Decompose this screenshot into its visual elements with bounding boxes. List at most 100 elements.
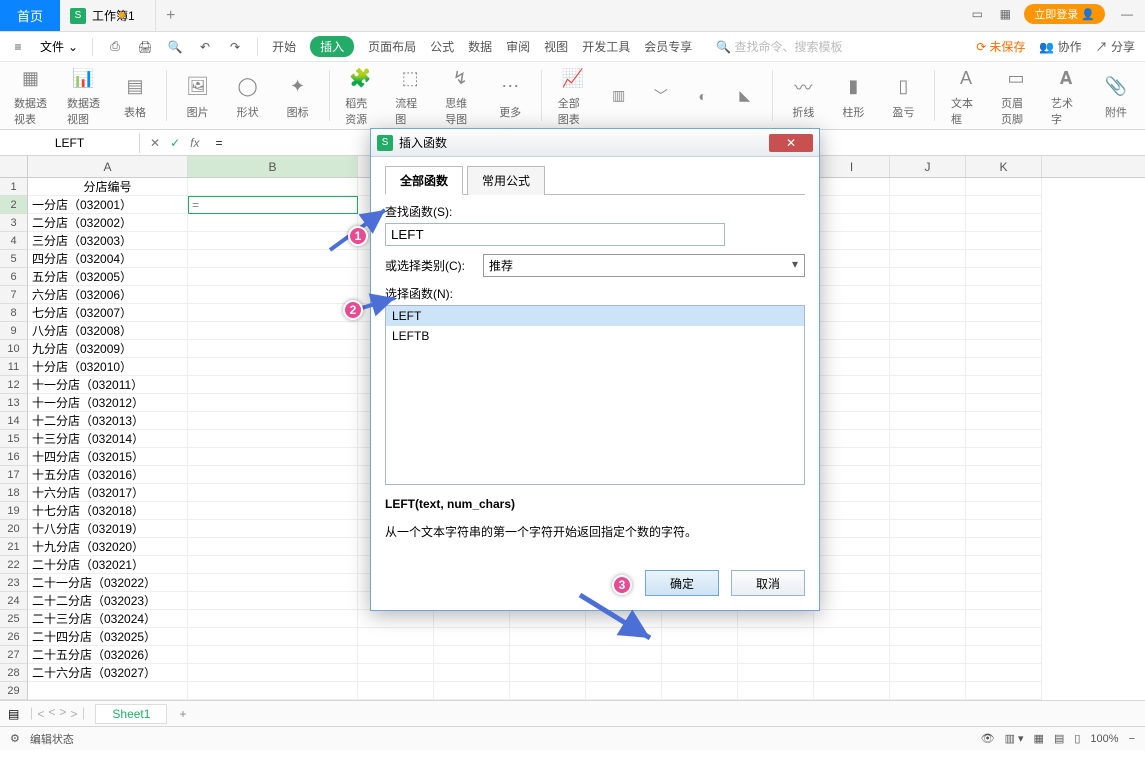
cell[interactable] — [814, 556, 890, 574]
ribbon-attach[interactable]: 📎附件 — [1095, 64, 1137, 127]
cell[interactable] — [814, 502, 890, 520]
cell-A28[interactable]: 二十六分店（032027） — [28, 664, 188, 682]
col-header-J[interactable]: J — [890, 156, 966, 177]
cell-B28[interactable] — [188, 664, 358, 682]
cell[interactable] — [890, 448, 966, 466]
cell[interactable] — [814, 250, 890, 268]
cell[interactable] — [966, 646, 1042, 664]
minimize-button[interactable]: — — [1115, 7, 1139, 21]
tab-formula[interactable]: 公式 — [430, 38, 454, 55]
category-select[interactable]: 推荐 — [483, 254, 805, 277]
cell-B21[interactable] — [188, 538, 358, 556]
cell-A6[interactable]: 五分店（032005） — [28, 268, 188, 286]
cell[interactable] — [738, 610, 814, 628]
cell[interactable] — [814, 268, 890, 286]
cell[interactable] — [814, 232, 890, 250]
cell[interactable] — [890, 232, 966, 250]
cell[interactable] — [966, 520, 1042, 538]
cancel-formula-icon[interactable]: ✕ — [150, 136, 160, 150]
cell-B9[interactable] — [188, 322, 358, 340]
cell[interactable] — [966, 592, 1042, 610]
ribbon-more[interactable]: ⋯更多 — [489, 64, 531, 127]
cell[interactable] — [434, 664, 510, 682]
zoom-value[interactable]: 100% — [1090, 733, 1118, 745]
cell[interactable] — [434, 610, 510, 628]
cell[interactable] — [738, 664, 814, 682]
cell[interactable] — [662, 610, 738, 628]
cell-A20[interactable]: 十八分店（032019） — [28, 520, 188, 538]
tab-home[interactable]: 首页 — [0, 0, 60, 31]
cell[interactable] — [966, 214, 1042, 232]
cell[interactable] — [738, 682, 814, 700]
cell[interactable] — [814, 394, 890, 412]
cell-A1[interactable]: 分店编号 — [28, 178, 188, 196]
col-header-A[interactable]: A — [28, 156, 188, 177]
cell-A23[interactable]: 二十一分店（032022） — [28, 574, 188, 592]
cell[interactable] — [814, 412, 890, 430]
cell-A14[interactable]: 十二分店（032013） — [28, 412, 188, 430]
cell[interactable] — [966, 304, 1042, 322]
cell-A7[interactable]: 六分店（032006） — [28, 286, 188, 304]
unsaved-indicator[interactable]: ⟳ 未保存 — [976, 38, 1025, 55]
cell[interactable] — [890, 556, 966, 574]
print-icon[interactable]: 🖨 — [137, 39, 153, 55]
cell[interactable] — [890, 358, 966, 376]
sheet-prev-icon[interactable]: < — [48, 705, 55, 722]
cell-A17[interactable]: 十五分店（032016） — [28, 466, 188, 484]
ribbon-header-footer[interactable]: ▭页眉页脚 — [995, 64, 1037, 127]
cell[interactable] — [966, 628, 1042, 646]
cell[interactable] — [966, 232, 1042, 250]
sheet-last-icon[interactable]: >｜ — [70, 705, 89, 722]
login-button[interactable]: 立即登录 👤 — [1024, 4, 1105, 24]
save-icon[interactable]: ⎙ — [107, 39, 123, 55]
cell-B12[interactable] — [188, 376, 358, 394]
cell-A15[interactable]: 十三分店（032014） — [28, 430, 188, 448]
ribbon-textbox[interactable]: A文本框 — [945, 64, 987, 127]
cell[interactable] — [966, 610, 1042, 628]
cell[interactable] — [890, 484, 966, 502]
tab-start[interactable]: 开始 — [272, 38, 296, 55]
cell-B7[interactable] — [188, 286, 358, 304]
cell[interactable] — [966, 286, 1042, 304]
search-commands[interactable]: 🔍 查找命令、搜索模板 — [716, 38, 842, 55]
ribbon-chartset-2[interactable]: ﹀ — [644, 64, 678, 127]
cell[interactable] — [814, 484, 890, 502]
cell[interactable] — [662, 682, 738, 700]
cell[interactable] — [966, 412, 1042, 430]
col-header-I[interactable]: I — [814, 156, 890, 177]
sheet-next-icon[interactable]: > — [59, 705, 66, 722]
tab-view[interactable]: 视图 — [544, 38, 568, 55]
cell-A26[interactable]: 二十四分店（032025） — [28, 628, 188, 646]
cell-B8[interactable] — [188, 304, 358, 322]
ribbon-table[interactable]: ▤表格 — [114, 64, 156, 127]
redo-icon[interactable]: ↷ — [227, 39, 243, 55]
accept-formula-icon[interactable]: ✓ — [170, 136, 180, 150]
ribbon-pivot-table[interactable]: ▦数据透视表 — [8, 64, 53, 127]
tab-workbook[interactable]: S 工作簿1 — [60, 0, 156, 31]
cell-A24[interactable]: 二十二分店（032023） — [28, 592, 188, 610]
cell[interactable] — [890, 466, 966, 484]
cell[interactable] — [966, 358, 1042, 376]
cell[interactable] — [814, 646, 890, 664]
cell-B1[interactable] — [188, 178, 358, 196]
ribbon-flowchart[interactable]: ⬚流程图 — [389, 64, 431, 127]
view-normal-icon[interactable]: ▦ — [1034, 732, 1044, 745]
ribbon-chartset-4[interactable]: ◣ — [728, 64, 762, 127]
cell[interactable] — [510, 664, 586, 682]
ribbon-pivot-view[interactable]: 📊数据透视图 — [61, 64, 106, 127]
cell[interactable] — [966, 538, 1042, 556]
view-page-icon[interactable]: ▤ — [1054, 732, 1064, 745]
cell[interactable] — [814, 178, 890, 196]
cell[interactable] — [586, 664, 662, 682]
share-button[interactable]: ↗ 分享 — [1096, 38, 1135, 55]
cell[interactable] — [814, 664, 890, 682]
ribbon-icons[interactable]: ✦图标 — [277, 64, 319, 127]
grid-apps-icon[interactable]: ▦ — [996, 5, 1014, 23]
dialog-tab-all[interactable]: 全部函数 — [385, 166, 463, 195]
cell[interactable] — [890, 196, 966, 214]
cell-A21[interactable]: 十九分店（032020） — [28, 538, 188, 556]
ribbon-all-charts[interactable]: 📈全部图表 — [552, 64, 594, 127]
sheet-tab[interactable]: Sheet1 — [95, 704, 167, 724]
cell-A2[interactable]: 一分店（032001） — [28, 196, 188, 214]
ribbon-spark-wl[interactable]: ▯盈亏 — [882, 64, 924, 127]
